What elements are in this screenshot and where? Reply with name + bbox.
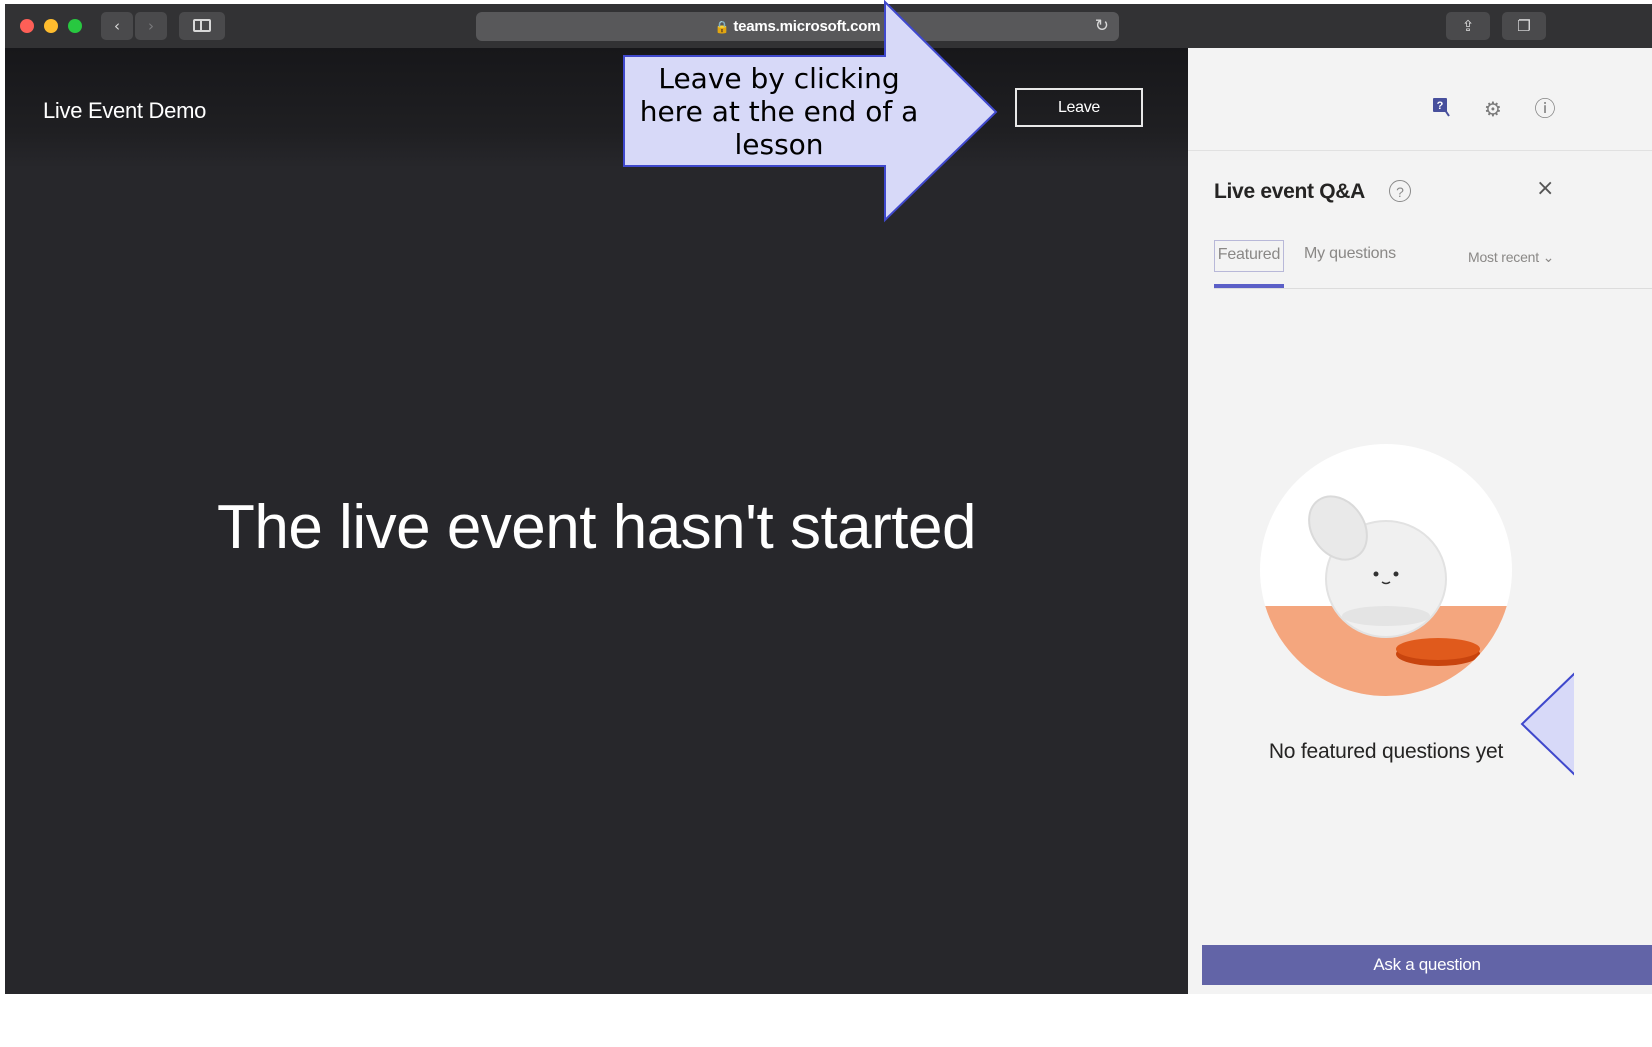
tabs-divider (1214, 288, 1652, 289)
forward-button[interactable]: › (135, 12, 167, 40)
qa-title: Live event Q&A (1214, 180, 1366, 203)
event-status-message: The live event hasn't started (217, 493, 977, 562)
ask-question-button[interactable]: Ask a question (1202, 945, 1652, 985)
annotation-arrow-partial (1520, 672, 1574, 776)
sort-label: Most recent (1468, 249, 1539, 265)
panel-divider (1188, 150, 1652, 151)
show-tabs-button[interactable]: ❐ (1502, 12, 1546, 40)
tab-my-questions[interactable]: My questions (1304, 240, 1396, 280)
chevron-right-icon: › (148, 17, 154, 35)
help-icon[interactable]: ? (1389, 180, 1411, 202)
info-icon[interactable]: ⓘ (1532, 96, 1558, 122)
chevron-left-icon: ‹ (114, 17, 120, 35)
gear-icon[interactable]: ⚙ (1480, 96, 1506, 122)
close-icon[interactable]: × (1536, 176, 1554, 201)
qa-flag-icon[interactable]: ? (1428, 96, 1454, 122)
reload-icon[interactable]: ↻ (1095, 12, 1109, 41)
empty-jar-illustration (1260, 444, 1512, 696)
minimize-window-button[interactable] (44, 19, 58, 33)
annotation-text: Leave by clicking here at the end of a l… (639, 62, 919, 161)
close-window-button[interactable] (20, 19, 34, 33)
event-stage: Live Event Demo Leave The live event has… (5, 48, 1188, 994)
qa-panel: ? ⚙ ⓘ Live event Q&A ? × Featured My que… (1188, 48, 1652, 994)
panel-toolbar: ? ⚙ ⓘ (1188, 96, 1652, 126)
svg-text:?: ? (1437, 100, 1444, 112)
sidebar-toggle-button[interactable] (179, 12, 225, 40)
tab-featured[interactable]: Featured (1214, 240, 1284, 272)
share-icon: ⇪ (1461, 17, 1475, 35)
sidebar-icon (193, 18, 211, 32)
chevron-down-icon: ⌄ (1542, 249, 1555, 265)
tabs-icon: ❐ (1517, 17, 1531, 35)
back-button[interactable]: ‹ (101, 12, 133, 40)
qa-flag-icon-svg: ? (1433, 98, 1450, 117)
leave-button[interactable]: Leave (1015, 88, 1143, 127)
event-title: Live Event Demo (43, 98, 207, 123)
zoom-window-button[interactable] (68, 19, 82, 33)
sort-dropdown[interactable]: Most recent ⌄ (1468, 242, 1554, 272)
share-button[interactable]: ⇪ (1446, 12, 1490, 40)
